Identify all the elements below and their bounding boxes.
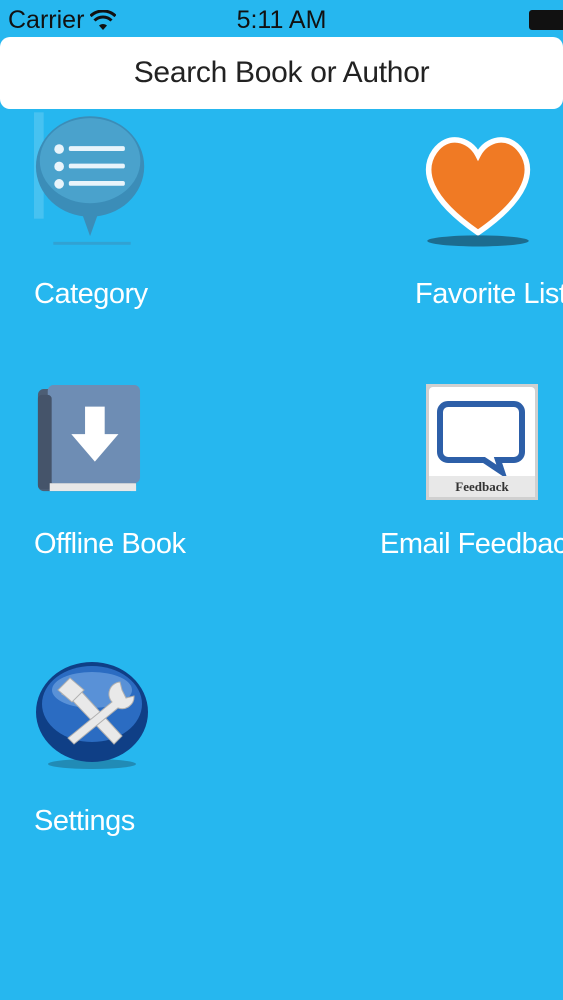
- feedback-icon: Feedback: [426, 384, 538, 500]
- status-time: 5:11 AM: [236, 6, 327, 34]
- category-icon: [34, 112, 145, 245]
- heart-icon: [425, 137, 531, 247]
- feedback-icon-text: Feedback: [455, 479, 509, 494]
- offline-book-label: Offline Book: [34, 528, 186, 560]
- menu-item-favorite[interactable]: Favorite List: [380, 110, 563, 330]
- menu-item-category[interactable]: Category: [0, 110, 260, 330]
- search-label: Search Book or Author: [133, 56, 430, 89]
- search-bar[interactable]: Search Book or Author: [0, 37, 563, 109]
- menu-item-offline-book[interactable]: Offline Book: [0, 380, 260, 580]
- email-feedback-label: Email Feedback: [380, 528, 563, 560]
- settings-label: Settings: [34, 805, 135, 837]
- settings-tools-icon: [36, 662, 148, 769]
- battery-icon: [529, 10, 563, 30]
- category-label: Category: [34, 278, 148, 310]
- menu-item-settings[interactable]: Settings: [0, 655, 260, 855]
- menu-item-email-feedback[interactable]: Feedback Email Feedback: [370, 380, 563, 580]
- favorite-label: Favorite List: [415, 278, 563, 310]
- status-bar: Carrier 5:11 AM: [0, 0, 563, 40]
- download-book-icon: [37, 385, 141, 492]
